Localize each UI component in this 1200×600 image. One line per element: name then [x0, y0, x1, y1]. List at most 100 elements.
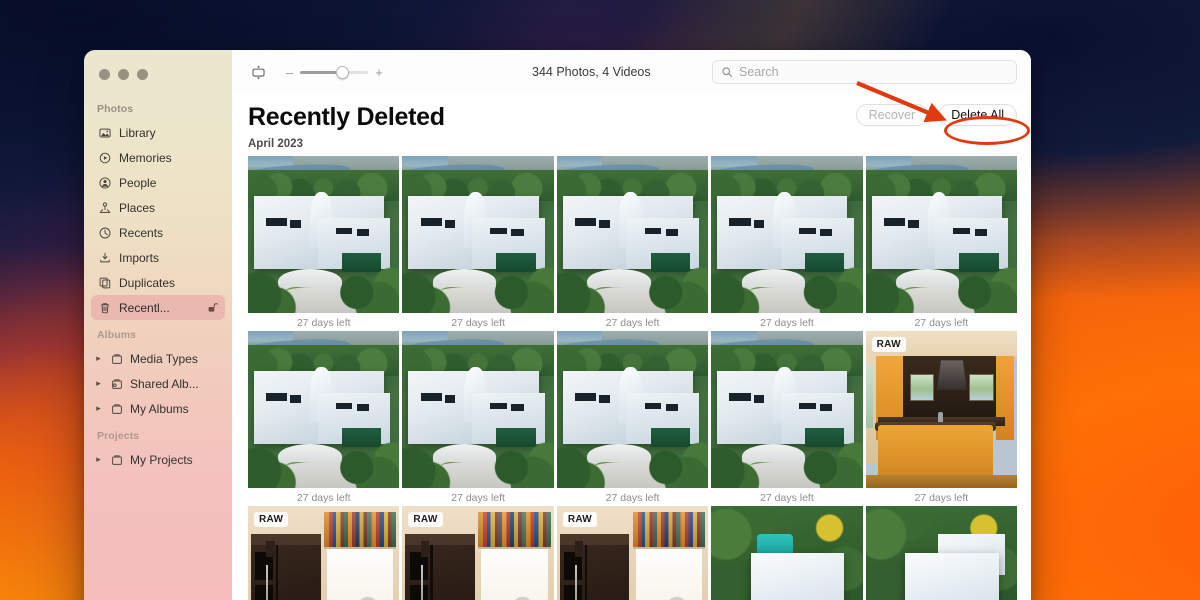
search-field[interactable] — [712, 60, 1017, 84]
sidebar-item-shared-albums[interactable]: ▸ Shared Alb... — [91, 371, 225, 396]
recover-button[interactable]: Recover — [855, 104, 929, 126]
sidebar-item-recently-deleted[interactable]: Recentl... — [91, 295, 225, 320]
sidebar-item-duplicates[interactable]: Duplicates — [91, 270, 225, 295]
photo-cell[interactable]: 27 days left — [248, 330, 400, 506]
photo-caption: 27 days left — [760, 316, 814, 329]
zoom-button[interactable] — [137, 69, 148, 80]
chevron-right-icon[interactable]: ▸ — [94, 454, 103, 465]
sidebar-item-label: My Projects — [130, 452, 193, 467]
photo-cell[interactable]: 27 days left — [711, 155, 863, 331]
photo-thumbnail[interactable]: RAW — [248, 505, 400, 600]
photo-thumbnail[interactable]: RAW — [865, 330, 1018, 488]
sidebar-item-label: Shared Alb... — [130, 376, 199, 391]
sidebar-item-places[interactable]: Places — [91, 195, 225, 220]
sidebar-item-people[interactable]: People — [91, 170, 225, 195]
imports-icon — [97, 250, 112, 265]
chevron-right-icon[interactable]: ▸ — [94, 403, 103, 414]
content-area: – + 344 Photos, 4 Videos Search Recently… — [232, 50, 1031, 600]
photo-thumbnail[interactable] — [402, 155, 554, 313]
photo-cell[interactable]: 27 days left — [402, 330, 554, 506]
sidebar-item-label: Media Types — [130, 351, 198, 366]
photo-cell[interactable]: 27 days left — [556, 155, 709, 331]
photo-caption: 27 days left — [451, 491, 505, 504]
photo-thumbnail[interactable] — [402, 330, 554, 488]
photo-cell[interactable]: 27 days left — [248, 155, 400, 331]
photo-caption: 27 days left — [296, 491, 351, 504]
date-group-label: April 2023 — [248, 137, 303, 150]
photo-cell[interactable] — [865, 505, 1018, 600]
search-input[interactable] — [739, 65, 1008, 79]
zoom-slider-control[interactable]: – + — [286, 65, 383, 79]
folder-icon — [109, 401, 124, 416]
photo-thumbnail[interactable] — [711, 330, 863, 488]
photo-caption: 27 days left — [451, 316, 505, 329]
photo-cell[interactable]: 27 days left — [865, 155, 1018, 331]
library-icon — [97, 125, 112, 140]
photo-thumbnail[interactable] — [248, 155, 400, 313]
photo-thumbnail[interactable]: RAW — [556, 505, 709, 600]
zoom-out-label[interactable]: – — [286, 66, 293, 79]
photo-grid-row: 27 days left 27 days left 27 days left 2… — [248, 155, 1018, 331]
photo-count-label: 344 Photos, 4 Videos — [532, 65, 651, 79]
delete-all-button[interactable]: Delete All — [938, 104, 1017, 126]
window-traffic-lights[interactable] — [84, 56, 232, 94]
unlocked-lock-icon — [206, 301, 219, 314]
toolbar: – + 344 Photos, 4 Videos — [232, 50, 1031, 94]
close-button[interactable] — [99, 69, 110, 80]
photo-thumbnail[interactable] — [711, 505, 863, 600]
sidebar-item-label: Recentl... — [119, 300, 170, 315]
photo-thumbnail[interactable] — [865, 155, 1018, 313]
photo-cell[interactable]: RAW — [402, 505, 554, 600]
minimize-button[interactable] — [118, 69, 129, 80]
desktop-background: Photos Library Memories People Places Re… — [0, 0, 1200, 600]
sidebar-item-my-projects[interactable]: ▸ My Projects — [91, 447, 225, 472]
photo-cell[interactable]: 27 days left — [556, 330, 709, 506]
sidebar-item-label: Recents — [119, 225, 164, 240]
photo-cell[interactable]: RAW — [248, 505, 400, 600]
photo-thumbnail[interactable] — [865, 505, 1018, 600]
chevron-right-icon[interactable]: ▸ — [94, 378, 103, 389]
photo-cell[interactable]: 27 days left — [402, 155, 554, 331]
photo-grid[interactable]: 27 days left 27 days left 27 days left 2… — [232, 150, 1031, 600]
sidebar-item-my-albums[interactable]: ▸ My Albums — [91, 396, 225, 421]
shared-folder-icon — [109, 376, 124, 391]
trash-icon — [97, 300, 112, 315]
photo-thumbnail[interactable]: RAW — [402, 505, 554, 600]
sidebar-item-imports[interactable]: Imports — [91, 245, 225, 270]
photo-caption: 27 days left — [605, 491, 660, 504]
sidebar-item-library[interactable]: Library — [91, 120, 225, 145]
slider-thumb[interactable] — [335, 65, 349, 79]
page-header: Recently Deleted Recover Delete All Apri… — [232, 94, 1031, 150]
photo-caption: 27 days left — [914, 491, 969, 504]
header-actions: Recover Delete All — [855, 104, 1017, 126]
photo-caption: 27 days left — [296, 316, 351, 329]
raw-badge: RAW — [562, 511, 598, 527]
zoom-slider[interactable] — [300, 65, 369, 79]
sidebar-item-label: Places — [119, 200, 156, 215]
raw-badge: RAW — [254, 511, 289, 527]
sidebar-item-label: Duplicates — [119, 275, 176, 290]
sidebar-item-recents[interactable]: Recents — [91, 220, 225, 245]
slider-track-filled — [300, 70, 342, 74]
sidebar-item-memories[interactable]: Memories — [91, 145, 225, 170]
photo-caption: 27 days left — [760, 491, 814, 504]
photo-cell[interactable]: RAW — [556, 505, 709, 600]
photo-thumbnail[interactable] — [556, 155, 709, 313]
photo-cell[interactable] — [711, 505, 863, 600]
sidebar: Photos Library Memories People Places Re… — [84, 50, 232, 600]
photo-thumbnail[interactable] — [556, 330, 709, 488]
sidebar-item-label: Library — [119, 125, 156, 140]
sidebar-item-media-types[interactable]: ▸ Media Types — [91, 346, 225, 371]
photo-caption: 27 days left — [605, 316, 660, 329]
sidebar-item-label: Imports — [119, 250, 160, 265]
photo-cell[interactable]: RAW 27 days left — [865, 330, 1018, 506]
sidebar-toggle-icon[interactable] — [248, 62, 268, 82]
photo-thumbnail[interactable] — [711, 155, 863, 313]
people-icon — [97, 175, 112, 190]
photo-cell[interactable]: 27 days left — [711, 330, 863, 506]
chevron-right-icon[interactable]: ▸ — [94, 353, 103, 364]
zoom-in-label[interactable]: + — [375, 66, 383, 79]
photo-thumbnail[interactable] — [248, 330, 400, 488]
places-icon — [97, 200, 112, 215]
memories-icon — [97, 150, 112, 165]
